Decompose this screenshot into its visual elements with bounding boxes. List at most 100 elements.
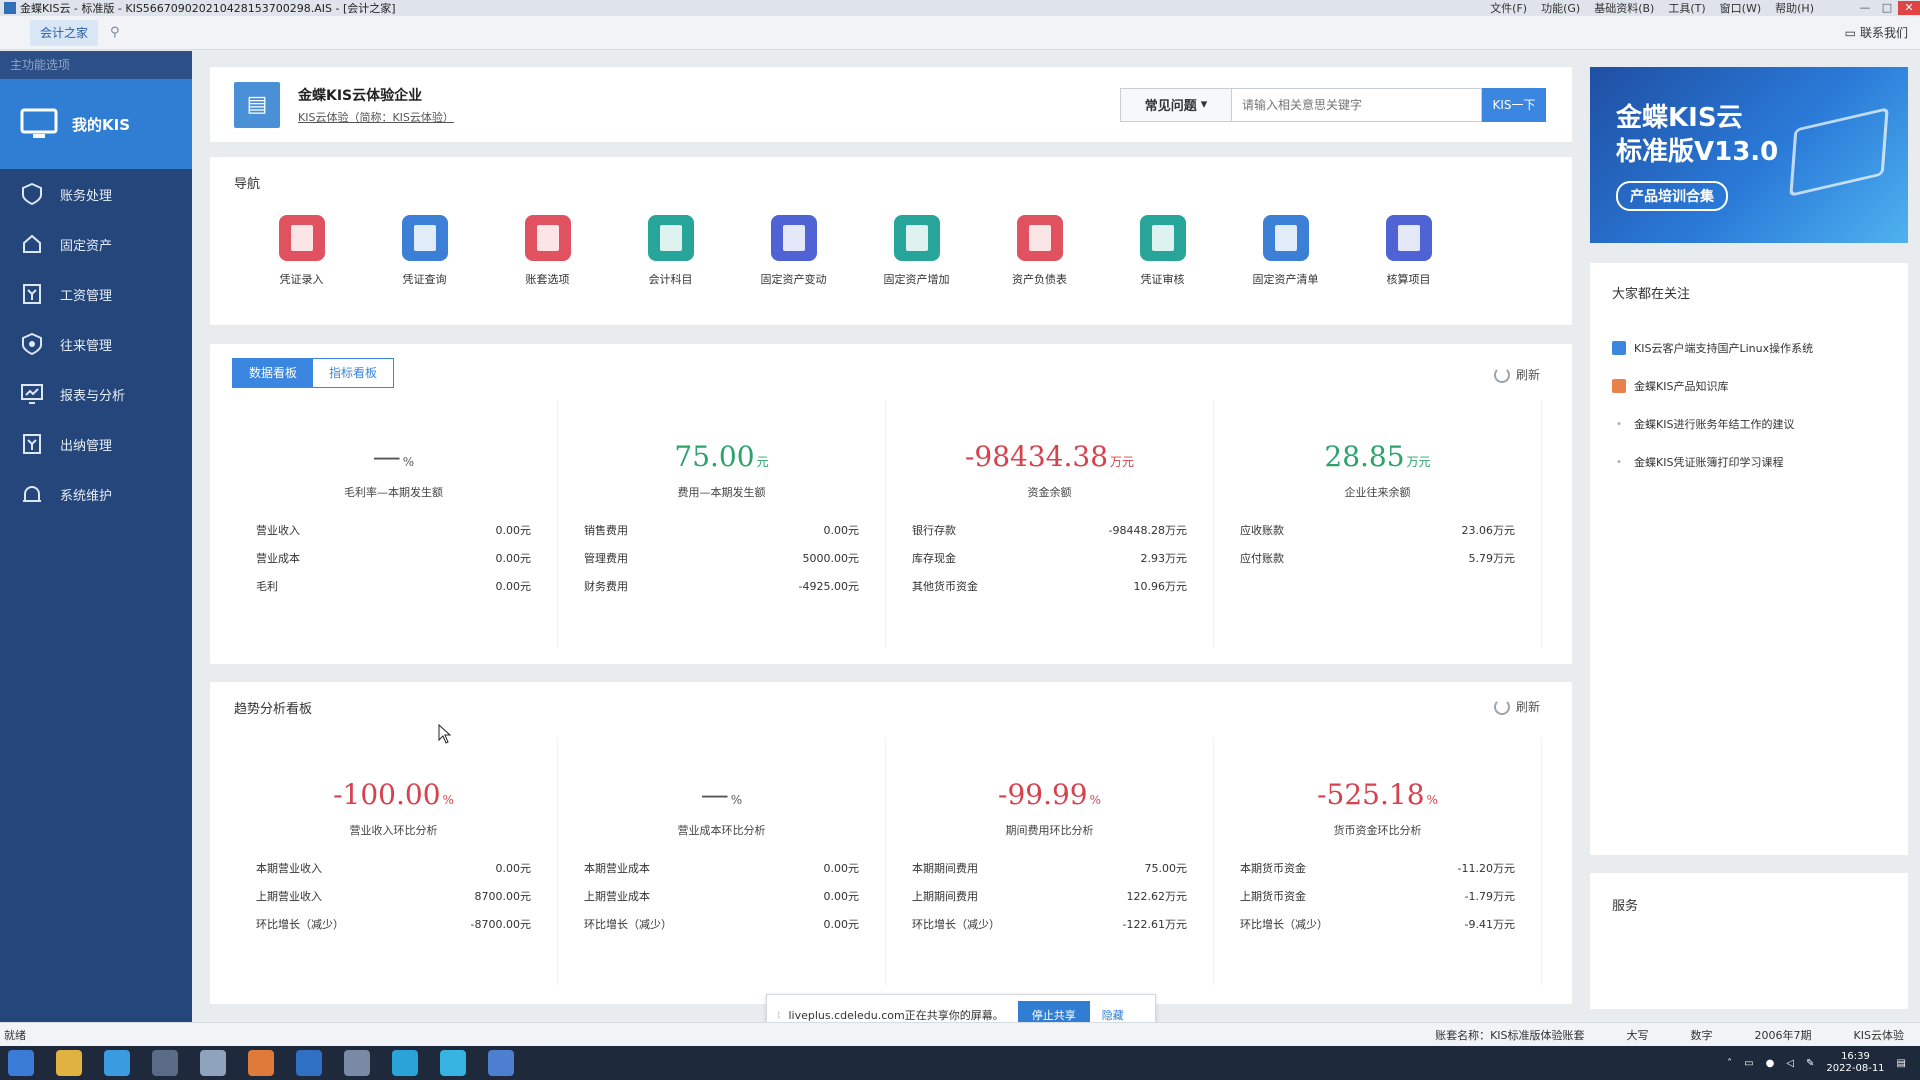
nav-icon xyxy=(1016,215,1063,261)
sidebar-item-ledger[interactable]: 账务处理 xyxy=(0,169,192,219)
nav-item[interactable]: 固定资产增加 xyxy=(855,215,978,287)
faq-dropdown[interactable]: 常见问题 ▾ xyxy=(1120,87,1232,122)
kpi-number: 28.85 xyxy=(1324,440,1405,473)
nav-icon xyxy=(401,215,448,261)
kpi-row-value: 10.96万元 xyxy=(1133,580,1188,593)
calculator-icon[interactable] xyxy=(152,1050,178,1076)
mouse-cursor-icon xyxy=(438,724,452,744)
search-input[interactable] xyxy=(1232,87,1482,122)
globe-icon[interactable] xyxy=(344,1050,370,1076)
nav-item[interactable]: 固定资产变动 xyxy=(732,215,855,287)
notification-icon[interactable]: ▤ xyxy=(1897,1058,1906,1069)
refresh-button[interactable]: 刷新 xyxy=(1493,366,1540,383)
sidebar-item-exchange[interactable]: 往来管理 xyxy=(0,319,192,369)
kpi-row-value: 0.00元 xyxy=(823,918,860,931)
kpi-row-name: 库存现金 xyxy=(912,552,956,565)
close-button[interactable]: ✕ xyxy=(1898,1,1920,15)
status-period: 2006年7期 xyxy=(1754,1028,1812,1042)
menu-file[interactable]: 文件(F) xyxy=(1490,0,1527,16)
kpi-row-name: 本期期间费用 xyxy=(912,862,978,875)
kpi-row-name: 营业成本 xyxy=(256,552,300,565)
kpi-unit: % xyxy=(1426,793,1438,807)
sidebar-item-payroll[interactable]: 工资管理 xyxy=(0,269,192,319)
nav-items: 凭证录入 凭证查询 账套选项 会计科目 固定资产变动 固定资产增加 资产负债表 凭证审核 固定资… xyxy=(240,215,1470,287)
sidebar-item-label: 固定资产 xyxy=(60,238,113,254)
clock-date: 2022-08-11 xyxy=(1826,1063,1885,1074)
focus-item[interactable]: • 金蝶KIS凭证账簿打印学习课程 xyxy=(1612,443,1898,481)
nav-item[interactable]: 核算项目 xyxy=(1347,215,1470,287)
menu-tools[interactable]: 工具(T) xyxy=(1668,0,1705,16)
file-explorer-icon[interactable] xyxy=(56,1050,82,1076)
menu-window[interactable]: 窗口(W) xyxy=(1720,0,1761,16)
kis-app-icon[interactable] xyxy=(488,1050,514,1076)
nav-item[interactable]: 凭证审核 xyxy=(1101,215,1224,287)
search-button[interactable]: KIS一下 xyxy=(1482,87,1546,122)
kpi-row: 环比增长（减少） -8700.00元 xyxy=(256,916,531,944)
kpi-row-name: 环比增长（减少） xyxy=(1240,918,1328,931)
focus-list: KIS云客户端支持国产Linux操作系统 金蝶KIS产品知识库 • 金蝶KIS进行账务… xyxy=(1612,329,1898,481)
sidebar-item-assets[interactable]: 固定资产 xyxy=(0,219,192,269)
tab-data-board[interactable]: 数据看板 xyxy=(233,359,313,387)
pen-icon[interactable]: ✎ xyxy=(1806,1058,1814,1069)
document-icon xyxy=(413,225,436,251)
focus-item[interactable]: 金蝶KIS产品知识库 xyxy=(1612,367,1898,405)
tray-chevron-icon[interactable]: ˄ xyxy=(1727,1058,1732,1069)
document-icon xyxy=(1397,225,1420,251)
sidebar-item-report[interactable]: 报表与分析 xyxy=(0,369,192,419)
trend-refresh-button[interactable]: 刷新 xyxy=(1493,698,1540,715)
maximize-button[interactable]: □ xyxy=(1876,1,1898,15)
nav-item[interactable]: 资产负债表 xyxy=(978,215,1101,287)
menu-base-data[interactable]: 基础资料(B) xyxy=(1594,0,1654,16)
nav-icon xyxy=(1262,215,1309,261)
minimize-button[interactable]: — xyxy=(1854,1,1876,15)
sidebar-item-my-kis[interactable]: 我的KIS xyxy=(0,79,192,169)
contact-us-button[interactable]: ▭ 联系我们 xyxy=(1845,24,1908,41)
kpi-row: 本期营业成本 0.00元 xyxy=(584,860,859,888)
kpi-row-value: 8700.00元 xyxy=(474,890,532,903)
promo-banner[interactable]: 金蝶KIS云 标准版V13.0 产品培训合集 xyxy=(1590,67,1908,243)
nav-item[interactable]: 凭证录入 xyxy=(240,215,363,287)
drag-handle-icon[interactable]: ⁞ xyxy=(777,1009,781,1022)
app-circle-icon[interactable] xyxy=(200,1050,226,1076)
menu-function[interactable]: 功能(G) xyxy=(1541,0,1580,16)
sidebar-item-maintenance[interactable]: 系统维护 xyxy=(0,469,192,519)
window-title: 金蝶KIS云 - 标准版 - KIS5667090202104281537002… xyxy=(20,2,396,15)
kpi-row-value: 5.79万元 xyxy=(1468,552,1516,565)
hide-button[interactable]: 隐藏 xyxy=(1102,1007,1124,1023)
focus-item-label: 金蝶KIS凭证账簿打印学习课程 xyxy=(1634,456,1784,469)
app-orange-icon[interactable] xyxy=(248,1050,274,1076)
nav-label: 凭证查询 xyxy=(402,273,447,286)
clock[interactable]: 16:39 2022-08-11 xyxy=(1826,1051,1884,1075)
kpi-row-value: 5000.00元 xyxy=(802,552,860,565)
trend-kpi-row: -100.00% 营业收入环比分析 本期营业收入 0.00元 上期营业收入 8700.00… xyxy=(230,738,1552,986)
menu-help[interactable]: 帮助(H) xyxy=(1775,0,1814,16)
start-icon[interactable] xyxy=(8,1050,34,1076)
mic-icon[interactable]: ● xyxy=(1766,1058,1775,1069)
app-blue-icon[interactable] xyxy=(296,1050,322,1076)
company-subtitle-link[interactable]: KIS云体验（简称：KIS云体验） xyxy=(298,109,454,125)
tab-accounting-home[interactable]: 会计之家 xyxy=(30,19,99,46)
network-icon[interactable]: ▭ xyxy=(1744,1058,1753,1069)
nav-label: 固定资产变动 xyxy=(760,273,827,286)
status-items: 账套名称：KIS标准版体验账套 大写 数字 2006年7期 KIS云体验 xyxy=(1435,1027,1904,1043)
kpi-row: 应收账款 23.06万元 xyxy=(1240,522,1515,550)
tab-indicator-board[interactable]: 指标看板 xyxy=(313,359,393,387)
taskbar: ˄ ▭ ● ◁ ✎ 16:39 2022-08-11 ▤ xyxy=(0,1046,1920,1080)
kpi-row-name: 本期营业成本 xyxy=(584,862,650,875)
focus-item[interactable]: KIS云客户端支持国产Linux操作系统 xyxy=(1612,329,1898,367)
volume-icon[interactable]: ◁ xyxy=(1786,1058,1794,1069)
assets-icon xyxy=(20,232,44,256)
focus-item[interactable]: • 金蝶KIS进行账务年结工作的建议 xyxy=(1612,405,1898,443)
nav-item[interactable]: 固定资产清单 xyxy=(1224,215,1347,287)
nav-icon xyxy=(893,215,940,261)
nav-item[interactable]: 凭证查询 xyxy=(363,215,486,287)
nav-item[interactable]: 会计科目 xyxy=(609,215,732,287)
nav-item[interactable]: 账套选项 xyxy=(486,215,609,287)
sidebar-item-cashier[interactable]: 出纳管理 xyxy=(0,419,192,469)
pin-icon[interactable]: ⚲ xyxy=(110,25,120,40)
kpi-card: 28.85 万元 企业往来余额 应收账款 23.06万元 应付账款 5.79万元 xyxy=(1214,400,1542,648)
app-cyan-icon[interactable] xyxy=(440,1050,466,1076)
kpi-row-name: 其他货币资金 xyxy=(912,580,978,593)
ie-browser-icon[interactable] xyxy=(104,1050,130,1076)
edge-browser-icon[interactable] xyxy=(392,1050,418,1076)
